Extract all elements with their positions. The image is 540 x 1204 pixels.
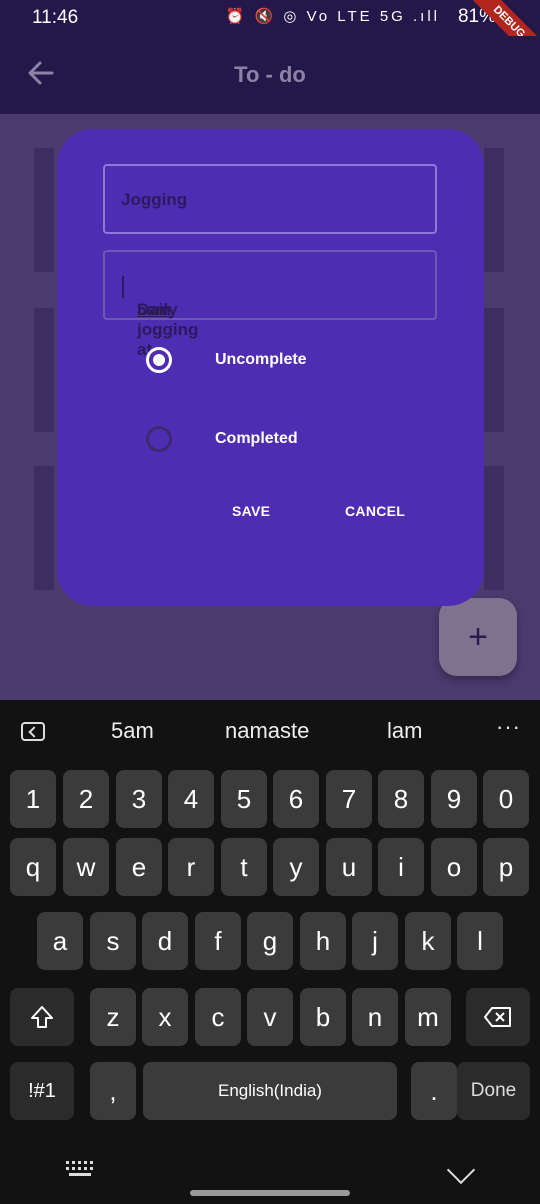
list-item	[484, 466, 504, 590]
app-bar: To - do	[0, 36, 540, 114]
description-composing-word: 5am	[137, 300, 172, 319]
key-f[interactable]: f	[195, 912, 241, 970]
key-e[interactable]: e	[116, 838, 162, 896]
key-j[interactable]: j	[352, 912, 398, 970]
key-period[interactable]: .	[411, 1062, 457, 1120]
key-g[interactable]: g	[247, 912, 293, 970]
key-4[interactable]: 4	[168, 770, 214, 828]
key-o[interactable]: o	[431, 838, 477, 896]
radio-completed-label: Completed	[215, 430, 298, 447]
key-7[interactable]: 7	[326, 770, 372, 828]
plus-icon: +	[468, 618, 488, 656]
space-key-label: English(India)	[218, 1081, 322, 1100]
key-k[interactable]: k	[405, 912, 451, 970]
app-screen: 11:46 ⏰ 🔇 ◎ Vo LTE 5G .ıll 81% DEBUG To …	[0, 0, 540, 700]
shift-key[interactable]	[10, 988, 74, 1046]
text-cursor	[122, 276, 124, 298]
shift-icon	[31, 1006, 53, 1028]
status-bar: 11:46 ⏰ 🔇 ◎ Vo LTE 5G .ıll 81% DEBUG	[0, 0, 540, 76]
save-button[interactable]: SAVE	[232, 503, 270, 519]
list-item	[484, 148, 504, 272]
key-r[interactable]: r	[168, 838, 214, 896]
more-options-icon[interactable]: ···	[496, 714, 521, 740]
key-a[interactable]: a	[37, 912, 83, 970]
key-l[interactable]: l	[457, 912, 503, 970]
key-8[interactable]: 8	[378, 770, 424, 828]
cancel-button[interactable]: CANCEL	[345, 503, 405, 519]
key-p[interactable]: p	[483, 838, 529, 896]
symbols-key-label: !#1	[28, 1079, 56, 1102]
key-9[interactable]: 9	[431, 770, 477, 828]
symbols-key[interactable]: !#1	[10, 1062, 74, 1120]
task-description-field[interactable]: Daily jogging at 5am	[103, 250, 437, 359]
page-title: To - do	[234, 62, 306, 87]
key-i[interactable]: i	[378, 838, 424, 896]
key-3[interactable]: 3	[116, 770, 162, 828]
done-key[interactable]: Done	[457, 1062, 530, 1120]
edit-task-dialog: Jogging Daily jogging at 5am Uncomplete …	[57, 129, 484, 606]
key-w[interactable]: w	[63, 838, 109, 896]
key-q[interactable]: q	[10, 838, 56, 896]
key-y[interactable]: y	[273, 838, 319, 896]
backspace-key[interactable]	[466, 988, 530, 1046]
list-item	[34, 308, 54, 432]
task-description-value: Daily jogging at 5am	[121, 276, 198, 359]
key-5[interactable]: 5	[221, 770, 267, 828]
radio-uncomplete-label: Uncomplete	[215, 351, 307, 368]
backspace-icon	[484, 1007, 511, 1027]
suggestion-bar: 5am namaste lam ···	[0, 700, 540, 762]
add-task-button[interactable]: +	[439, 598, 517, 676]
key-6[interactable]: 6	[273, 770, 319, 828]
key-n[interactable]: n	[352, 988, 398, 1046]
suggestion-3[interactable]: lam	[387, 718, 422, 744]
list-item	[34, 466, 54, 590]
key-d[interactable]: d	[142, 912, 188, 970]
keyboard-collapse-icon[interactable]	[21, 722, 45, 741]
suggestion-1[interactable]: 5am	[111, 718, 154, 744]
key-z[interactable]: z	[90, 988, 136, 1046]
key-x[interactable]: x	[142, 988, 188, 1046]
key-m[interactable]: m	[405, 988, 451, 1046]
space-key[interactable]: English(India)	[143, 1062, 397, 1120]
keyboard-switch-icon[interactable]	[66, 1161, 94, 1177]
key-0[interactable]: 0	[483, 770, 529, 828]
key-t[interactable]: t	[221, 838, 267, 896]
radio-uncomplete[interactable]	[146, 347, 172, 373]
key-comma[interactable]: ,	[90, 1062, 136, 1120]
done-key-label: Done	[470, 1080, 517, 1101]
key-b[interactable]: b	[300, 988, 346, 1046]
home-indicator[interactable]	[190, 1190, 350, 1196]
key-1[interactable]: 1	[10, 770, 56, 828]
key-v[interactable]: v	[247, 988, 293, 1046]
radio-completed[interactable]	[146, 426, 172, 452]
suggestion-2[interactable]: namaste	[225, 718, 309, 744]
key-c[interactable]: c	[195, 988, 241, 1046]
key-u[interactable]: u	[326, 838, 372, 896]
task-title-value: Jogging	[121, 190, 188, 209]
key-2[interactable]: 2	[63, 770, 109, 828]
status-time: 11:46	[32, 7, 79, 28]
list-item	[34, 148, 54, 272]
task-title-field[interactable]: Jogging	[103, 164, 437, 234]
status-icons: ⏰ 🔇 ◎ Vo LTE 5G .ıll	[225, 8, 440, 25]
key-h[interactable]: h	[300, 912, 346, 970]
list-item	[484, 308, 504, 432]
key-s[interactable]: s	[90, 912, 136, 970]
